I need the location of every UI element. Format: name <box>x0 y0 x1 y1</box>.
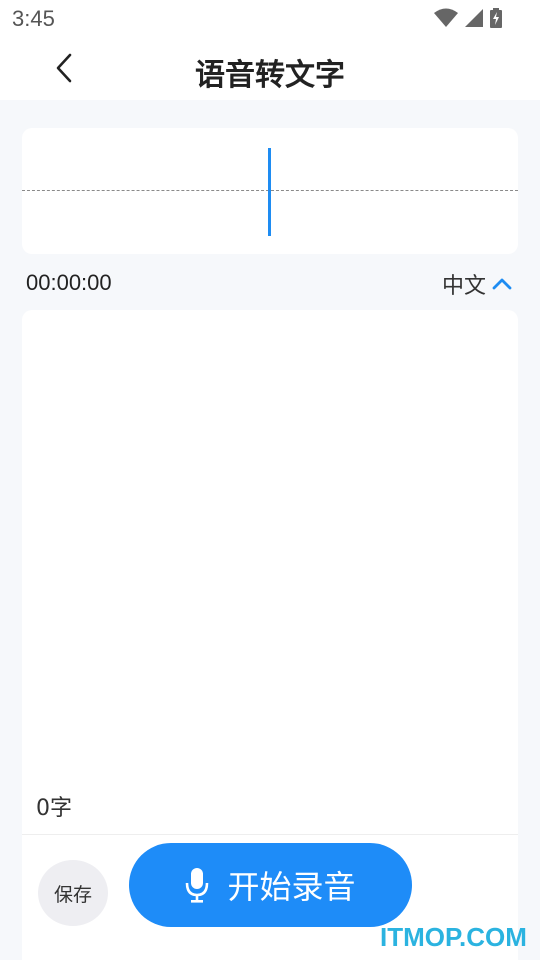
battery-charging-icon <box>490 8 502 28</box>
app-bar: 语音转文字 <box>0 38 540 100</box>
microphone-icon <box>186 868 209 903</box>
recording-info-row: 00:00:00 中文 <box>22 266 518 300</box>
save-button-label: 保存 <box>53 883 92 906</box>
cellular-signal-icon <box>465 9 483 27</box>
status-time: 3:45 <box>12 6 55 31</box>
start-recording-label: 开始录音 <box>227 868 356 906</box>
start-recording-button[interactable]: 开始录音 <box>129 843 412 927</box>
transcript-panel[interactable]: 0字 保存 开始录音 <box>22 310 518 960</box>
char-count: 0字 <box>36 796 72 821</box>
waveform-cursor <box>268 148 271 236</box>
status-icons <box>434 8 502 28</box>
save-button[interactable]: 保存 <box>38 860 108 926</box>
watermark: ITMOP.COM <box>380 922 527 952</box>
wifi-icon <box>434 8 458 27</box>
language-label: 中文 <box>441 274 486 299</box>
page-title: 语音转文字 <box>195 58 345 93</box>
waveform-panel <box>22 128 518 254</box>
language-selector[interactable]: 中文 <box>442 268 512 300</box>
divider <box>22 834 518 835</box>
chevron-up-icon <box>492 278 512 290</box>
recording-timer: 00:00:00 <box>26 270 112 295</box>
status-bar: 3:45 <box>0 0 540 38</box>
